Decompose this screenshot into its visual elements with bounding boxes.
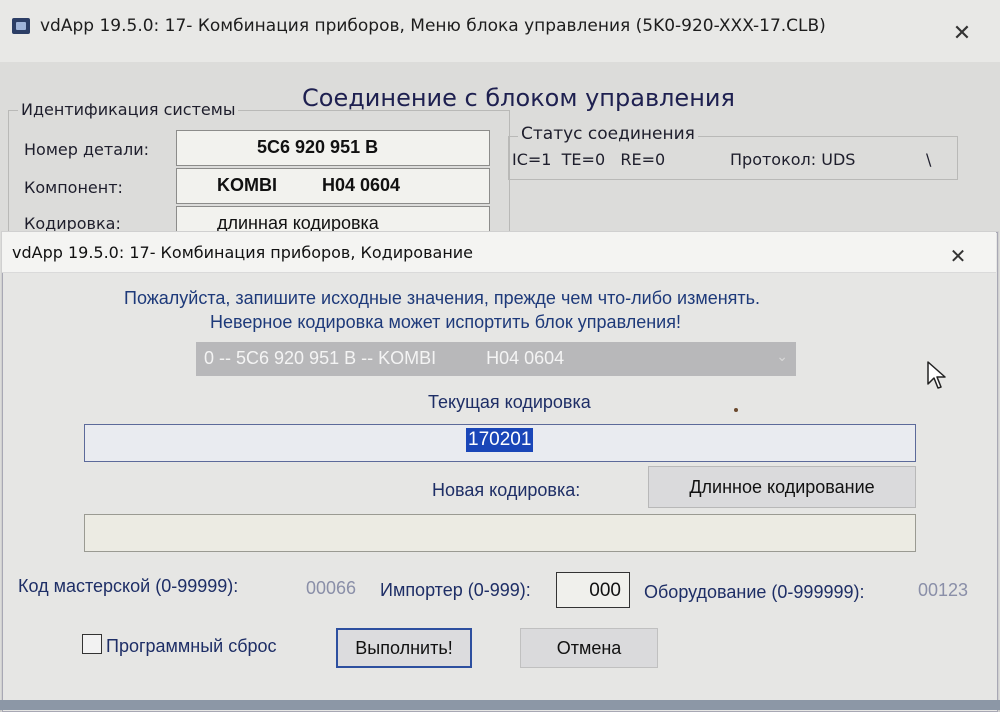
workshop-code-label: Код мастерской (0-99999): — [18, 576, 239, 596]
warning-line-1: Пожалуйста, запишите исходные значения, … — [124, 288, 761, 308]
coding-dialog-close-icon[interactable]: ✕ — [944, 244, 972, 268]
module-select[interactable]: 0 -- 5C6 920 951 B -- KOMBI H04 0604 ⌄ — [196, 342, 796, 376]
part-number-value: 5C6 920 951 B — [257, 137, 379, 157]
connection-heading: Соединение с блоком управления — [302, 84, 735, 112]
app-icon — [12, 18, 30, 34]
activity-spinner: \ — [926, 150, 932, 169]
mouse-pointer-icon — [927, 361, 946, 389]
module-select-value: 0 -- 5C6 920 951 B -- KOMBI H04 0604 — [204, 348, 565, 368]
part-number-field: 5C6 920 951 B — [176, 130, 490, 166]
coding-dialog-title: vdApp 19.5.0: 17- Комбинация приборов, К… — [12, 243, 474, 262]
component-field: KOMBI H04 0604 — [176, 168, 490, 204]
screen-speck — [734, 408, 738, 412]
long-coding-button[interactable]: Длинное кодирование — [648, 466, 916, 508]
new-coding-field[interactable] — [84, 514, 916, 552]
new-coding-label: Новая кодировка: — [432, 480, 581, 500]
back-window-title: vdApp 19.5.0: 17- Комбинация приборов, М… — [40, 16, 826, 36]
part-number-label: Номер детали: — [24, 140, 150, 159]
current-coding-label: Текущая кодировка — [428, 392, 591, 412]
workshop-code-value[interactable]: 00066 — [306, 578, 356, 599]
connection-counters: IC=1 TE=0 RE=0 — [512, 150, 666, 169]
taskbar-strip — [0, 700, 1000, 710]
component-value: KOMBI H04 0604 — [217, 175, 401, 195]
coding-value: длинная кодировка — [217, 213, 379, 233]
chevron-down-icon: ⌄ — [776, 348, 788, 364]
component-label: Компонент: — [24, 178, 123, 197]
warning-line-2: Неверное кодировка может испортить блок … — [210, 312, 681, 332]
equipment-label: Оборудование (0-999999): — [644, 582, 865, 602]
importer-field[interactable]: 000 — [556, 572, 630, 608]
execute-button[interactable]: Выполнить! — [336, 628, 472, 668]
importer-label: Импортер (0-999): — [380, 580, 531, 600]
connection-status-legend: Статус соединения — [518, 124, 698, 144]
software-reset-label[interactable]: Программный сброс — [106, 636, 277, 657]
identification-legend: Идентификация системы — [18, 100, 239, 119]
software-reset-checkbox[interactable] — [82, 634, 102, 654]
cancel-button[interactable]: Отмена — [520, 628, 658, 668]
current-coding-value: 170201 — [466, 428, 534, 452]
protocol-text: Протокол: UDS — [730, 150, 856, 169]
back-window-close-icon[interactable]: ✕ — [948, 20, 976, 48]
equipment-value[interactable]: 00123 — [918, 580, 968, 601]
coding-label: Кодировка: — [24, 214, 121, 233]
